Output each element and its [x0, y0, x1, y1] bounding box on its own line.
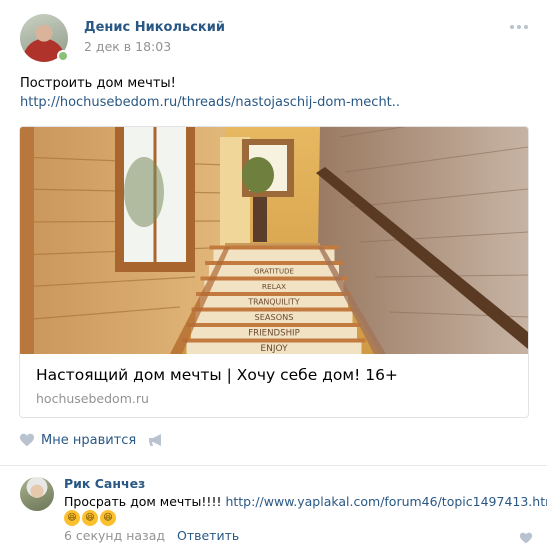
stair-tread: [187, 323, 361, 327]
comment-heart-icon[interactable]: [519, 531, 533, 545]
comment-body: Просрать дом мечты!!!!: [64, 494, 226, 509]
staircase-photo: ENJOY FRIENDSHIP SEASONS TRANQUILITY RELAX GR…: [20, 127, 528, 354]
megaphone-icon[interactable]: [147, 431, 165, 449]
commenter-avatar[interactable]: [20, 477, 54, 511]
stair-word: FRIENDSHIP: [248, 329, 300, 339]
emoji-row: 😆 😆 😆: [64, 510, 116, 526]
stair-word: TRANQUILITY: [247, 298, 300, 307]
author-name[interactable]: Денис Никольский: [84, 20, 225, 35]
stair-steps: ENJOY FRIENDSHIP SEASONS TRANQUILITY RELAX GR…: [182, 245, 366, 354]
post-actions: Мне нравится: [19, 430, 539, 450]
comment-meta: 6 секунд назад Ответить: [64, 528, 239, 543]
comment: Рик Санчез Просрать дом мечты!!!! http:/…: [0, 466, 547, 558]
stair-tread: [200, 276, 348, 281]
stair-word: RELAX: [262, 282, 286, 291]
stair-word: ENJOY: [260, 344, 288, 354]
stair-tread: [191, 307, 357, 312]
more-options-icon[interactable]: [510, 22, 530, 32]
stair-riser: [213, 249, 335, 261]
post-text-line: Построить дом мечты!: [20, 76, 176, 91]
link-preview-card[interactable]: ENJOY FRIENDSHIP SEASONS TRANQUILITY RELAX GR…: [19, 126, 529, 418]
link-preview-image[interactable]: ENJOY FRIENDSHIP SEASONS TRANQUILITY RELAX GR…: [20, 127, 528, 354]
wall-post: Денис Никольский 2 дек в 18:03 Построить…: [0, 0, 547, 558]
heart-icon: [20, 433, 34, 447]
comment-text: Просрать дом мечты!!!! http://www.yaplak…: [64, 493, 547, 510]
post-link[interactable]: http://hochusebedom.ru/threads/nastojasc…: [20, 93, 530, 112]
post-text: Построить дом мечты! http://hochusebedom…: [20, 74, 530, 112]
laughing-emoji-icon: 😆: [64, 510, 80, 526]
stair-tread: [205, 261, 343, 265]
online-indicator: [57, 50, 69, 62]
comment-author[interactable]: Рик Санчез: [64, 476, 145, 491]
laughing-emoji-icon: 😆: [82, 510, 98, 526]
link-domain: hochusebedom.ru: [36, 391, 149, 406]
stair-tread: [196, 292, 352, 296]
like-label: Мне нравится: [41, 432, 137, 448]
post-date[interactable]: 2 дек в 18:03: [84, 39, 171, 54]
reply-button[interactable]: Ответить: [177, 528, 239, 543]
stair-word: GRATITUDE: [254, 268, 294, 276]
post-header: Денис Никольский 2 дек в 18:03: [20, 14, 532, 64]
link-title[interactable]: Настоящий дом мечты | Хочу себе дом! 16+: [36, 366, 398, 384]
like-button[interactable]: Мне нравится: [19, 430, 136, 450]
stair-word: SEASONS: [255, 312, 294, 322]
comment-time[interactable]: 6 секунд назад: [64, 528, 165, 543]
laughing-emoji-icon: 😆: [100, 510, 116, 526]
comment-link[interactable]: http://www.yaplakal.com/forum46/topic149…: [225, 494, 547, 509]
stair-tread: [182, 338, 366, 343]
